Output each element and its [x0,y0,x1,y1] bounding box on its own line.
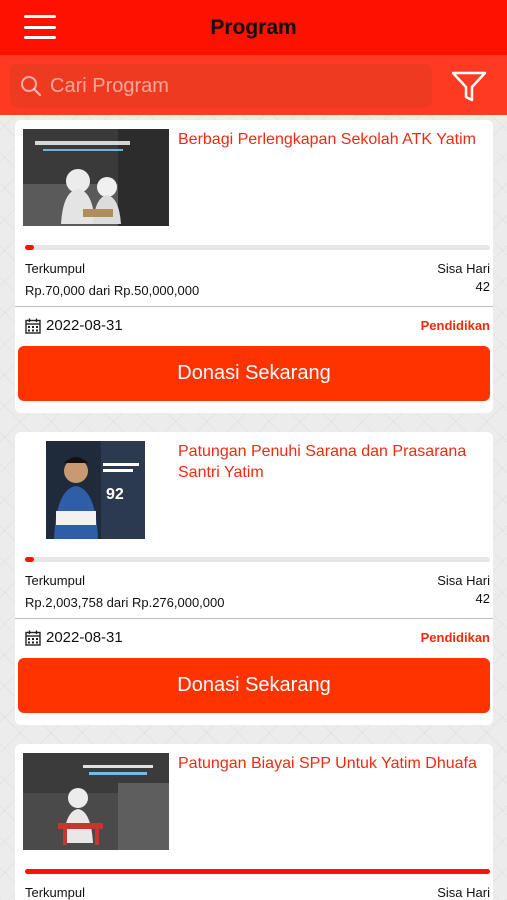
search-placeholder: Cari Program [50,74,169,97]
end-date: 2022-08-31 [25,317,123,334]
donation-progress-bar [25,557,490,562]
donate-now-button[interactable]: Donasi Sekarang [18,658,490,713]
program-card[interactable]: Berbagi Perlengkapan Sekolah ATK Yatim T… [15,120,493,413]
collected-amount: Rp.2,003,758 dari Rp.276,000,000 [25,595,225,610]
app-header: Program [0,0,507,55]
search-icon [21,76,42,97]
end-date: 2022-08-31 [25,629,123,646]
date-text: 2022-08-31 [46,629,123,646]
search-bar: Cari Program [0,55,507,115]
program-thumbnail[interactable]: 92 [46,441,145,539]
divider [15,306,493,307]
program-card[interactable]: Patungan Biayai SPP Untuk Yatim Dhuafa T… [15,744,493,900]
calendar-icon [25,630,41,646]
donate-now-button[interactable]: Donasi Sekarang [18,346,490,401]
collected-label: Terkumpul [25,261,85,276]
donation-progress-bar [25,869,490,874]
program-thumbnail[interactable] [23,129,169,226]
days-left-label: Sisa Hari [437,573,490,588]
days-left-value: 42 [475,591,490,606]
calendar-icon [25,318,41,334]
divider [15,618,493,619]
date-text: 2022-08-31 [46,317,123,334]
hamburger-menu-icon[interactable] [24,13,56,41]
page-title: Program [210,15,297,39]
category-badge: Pendidikan [420,318,490,333]
days-left-value: 42 [475,279,490,294]
filter-icon[interactable] [450,70,488,104]
collected-label: Terkumpul [25,573,85,588]
donation-progress-fill [25,557,35,562]
donation-progress-bar [25,245,490,250]
program-title[interactable]: Patungan Penuhi Sarana dan Prasarana San… [178,441,493,483]
program-title[interactable]: Patungan Biayai SPP Untuk Yatim Dhuafa [178,753,493,774]
program-thumbnail[interactable] [23,753,169,850]
program-title[interactable]: Berbagi Perlengkapan Sekolah ATK Yatim [178,129,493,150]
category-badge: Pendidikan [420,630,490,645]
collected-amount: Rp.70,000 dari Rp.50,000,000 [25,283,200,298]
collected-label: Terkumpul [25,885,85,900]
thumbnail-number: 92 [106,486,124,503]
donation-progress-fill [25,245,35,250]
program-card[interactable]: 92 Patungan Penuhi Sarana dan Prasarana … [15,432,493,725]
days-left-label: Sisa Hari [437,885,490,900]
donation-progress-fill [25,869,490,874]
search-input[interactable]: Cari Program [10,64,432,108]
days-left-label: Sisa Hari [437,261,490,276]
